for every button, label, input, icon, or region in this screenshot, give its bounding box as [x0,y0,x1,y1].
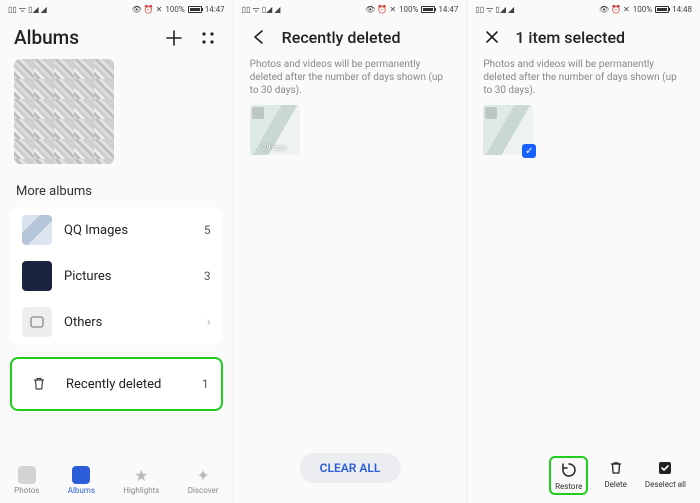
nav-label: Highlights [123,486,159,495]
nav-albums[interactable]: Albums [68,466,95,495]
screen-item-selected: ▯▯ ᯤ ▯◢ ◢ 👁 ⏰ ✕ 100% 14:48 1 item select… [466,0,700,503]
compass-icon: ✦ [194,466,212,484]
info-text: Photos and videos will be permanently de… [234,58,467,105]
add-button[interactable] [163,27,185,49]
album-name: Pictures [64,269,192,284]
back-button[interactable] [248,26,270,48]
recently-deleted-label: Recently deleted [66,377,190,392]
screen-recently-deleted: ▯▯ ᯤ ▯◢ ◢ 👁 ⏰ ✕ 100% 14:47 Recently dele… [233,0,467,503]
status-time: 14:47 [205,5,225,14]
status-icons: 👁 ⏰ ✕ [599,5,630,14]
status-bar: ▯▯ ᯤ ▯◢ ◢ 👁 ⏰ ✕ 100% 14:47 [0,0,233,16]
nav-label: Albums [68,486,95,495]
status-right: 👁 ⏰ ✕ 100% 14:48 [599,5,692,14]
deleted-photo-thumb[interactable]: 29 days [250,105,300,155]
status-time: 14:48 [672,5,692,14]
page-title: 1 item selected [515,28,686,47]
album-name: QQ Images [64,223,192,238]
nav-discover[interactable]: ✦ Discover [188,466,219,495]
star-icon: ★ [132,466,150,484]
album-count: 3 [204,269,211,283]
status-left: ▯▯ ᯤ ▯◢ ◢ [8,4,47,15]
type-badge-icon [485,107,497,119]
bottom-nav: Photos Albums ★ Highlights ✦ Discover [0,460,233,503]
battery-pct: 100% [399,5,418,14]
nav-label: Discover [188,486,219,495]
more-albums-label: More albums [0,178,233,207]
delete-button[interactable]: Delete [604,458,627,493]
albums-icon [72,466,90,484]
close-button[interactable] [481,26,503,48]
nav-photos[interactable]: Photos [14,466,39,495]
screen-albums: ▯▯ ᯤ ▯◢ ◢ 👁 ⏰ ✕ 100% 14:47 Albums More a… [0,0,233,503]
album-row-qq[interactable]: QQ Images 5 [10,207,223,253]
status-left: ▯▯ ᯤ ▯◢ ◢ [475,4,514,15]
battery-pct: 100% [165,5,184,14]
battery-icon [655,6,669,13]
battery-icon [188,6,202,13]
trash-icon [606,458,626,478]
check-icon: ✓ [522,144,536,158]
album-name: Others [64,315,194,330]
chevron-right-icon: › [206,314,210,330]
album-row-others[interactable]: Others › [10,299,223,345]
header: 1 item selected [467,16,700,58]
action-label: Deselect all [645,480,686,489]
album-row-pictures[interactable]: Pictures 3 [10,253,223,299]
recently-deleted-count: 1 [202,377,209,391]
battery-pct: 100% [633,5,652,14]
menu-dots-icon[interactable] [197,27,219,49]
status-bar: ▯▯ ᯤ ▯◢ ◢ 👁 ⏰ ✕ 100% 14:47 [234,0,467,16]
status-left: ▯▯ ᯤ ▯◢ ◢ [242,4,281,15]
photos-icon [18,466,36,484]
status-bar: ▯▯ ᯤ ▯◢ ◢ 👁 ⏰ ✕ 100% 14:48 [467,0,700,16]
action-label: Delete [604,480,627,489]
trash-icon [24,369,54,399]
action-bar: Restore Delete Deselect all [467,450,700,503]
status-time: 14:47 [438,5,458,14]
album-list: QQ Images 5 Pictures 3 Others › [10,207,223,345]
deselect-all-button[interactable]: Deselect all [645,458,686,493]
checkbox-checked-icon [655,458,675,478]
header: Albums [0,16,233,59]
page-title: Recently deleted [282,28,453,47]
nav-highlights[interactable]: ★ Highlights [123,466,159,495]
album-thumb [22,261,52,291]
page-title: Albums [14,26,151,49]
restore-icon [559,460,579,480]
info-text: Photos and videos will be permanently de… [467,58,700,105]
status-right: 👁 ⏰ ✕ 100% 14:47 [365,5,458,14]
restore-button[interactable]: Restore [551,458,586,493]
nav-label: Photos [14,486,39,495]
album-count: 5 [204,223,211,237]
deleted-photo-thumb-selected[interactable]: ✓ [483,105,533,155]
type-badge-icon [252,107,264,119]
thumb-grid: 29 days [234,105,467,155]
action-label: Restore [555,482,582,491]
recently-deleted-row[interactable]: Recently deleted 1 [10,357,223,411]
status-right: 👁 ⏰ ✕ 100% 14:47 [132,5,225,14]
thumb-grid: ✓ [467,105,700,155]
header: Recently deleted [234,16,467,58]
album-thumb [22,307,52,337]
days-left-label: 29 days [263,144,287,155]
status-icons: 👁 ⏰ ✕ [365,5,396,14]
status-icons: 👁 ⏰ ✕ [132,5,163,14]
clear-all-button[interactable]: CLEAR ALL [300,453,401,483]
album-cover[interactable] [14,59,114,164]
album-thumb [22,215,52,245]
battery-icon [421,6,435,13]
